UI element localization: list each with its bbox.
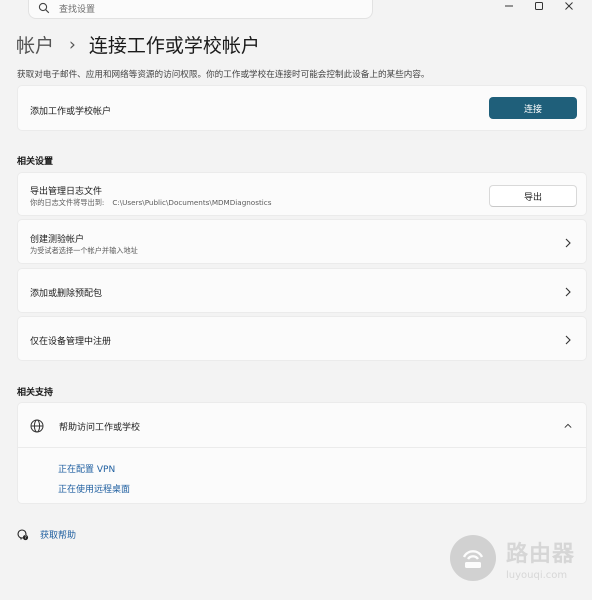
related-settings-title: 相关设置 — [17, 157, 54, 167]
minimize-icon[interactable] — [494, 0, 524, 12]
get-help-label: 获取帮助 — [40, 531, 77, 541]
provisioning-package-label: 添加或删除预配包 — [30, 289, 103, 299]
export-logs-label: 导出管理日志文件 — [30, 187, 103, 197]
chevron-right-icon — [564, 335, 572, 345]
search-placeholder: 查找设置 — [59, 4, 96, 15]
export-logs-path: 你的日志文件将导出到: C:\Users\Public\Documents\MDM… — [30, 198, 271, 208]
search-box[interactable]: 查找设置 — [28, 0, 373, 19]
close-icon[interactable] — [554, 0, 584, 12]
maximize-icon[interactable] — [524, 0, 554, 12]
device-management-enroll-label: 仅在设备管理中注册 — [30, 337, 112, 347]
watermark-en: luyouqi.com — [506, 569, 568, 581]
provisioning-package-card[interactable]: 添加或删除预配包 — [17, 268, 587, 313]
window-controls — [494, 0, 584, 12]
page-description: 获取对电子邮件、应用和网络等资源的访问权限。你的工作或学校在连接时可能会控制此设… — [17, 70, 430, 80]
device-management-enroll-card[interactable]: 仅在设备管理中注册 — [17, 316, 587, 361]
watermark: 路由器 luyouqi.com — [450, 535, 575, 581]
help-access-header[interactable]: 帮助访问工作或学校 — [18, 403, 586, 448]
related-support-title: 相关支持 — [17, 388, 54, 398]
create-test-account-sub: 为受试者选择一个帐户并输入地址 — [30, 246, 138, 255]
get-help-link[interactable]: ? 获取帮助 — [17, 528, 76, 541]
help-chat-icon: ? — [17, 528, 29, 541]
export-logs-card: 导出管理日志文件 你的日志文件将导出到: C:\Users\Public\Docu… — [17, 172, 587, 216]
settings-page: 查找设置 帐户 › 连接工作或学校帐户 获取对电子邮件、应用和网络等资源的访问权… — [0, 0, 592, 600]
search-icon — [38, 2, 50, 14]
svg-text:?: ? — [24, 534, 26, 539]
remote-desktop-help-link[interactable]: 正在使用远程桌面 — [58, 482, 130, 495]
help-access-label: 帮助访问工作或学校 — [59, 423, 141, 433]
connect-button[interactable]: 连接 — [489, 97, 577, 119]
breadcrumb-accounts[interactable]: 帐户 — [16, 31, 54, 58]
breadcrumb-separator: › — [69, 34, 76, 55]
export-button[interactable]: 导出 — [489, 185, 577, 207]
page-title: 连接工作或学校帐户 — [88, 35, 260, 57]
watermark-cn: 路由器 — [506, 541, 576, 567]
help-access-card: 帮助访问工作或学校 正在配置 VPN 正在使用远程桌面 — [17, 402, 587, 504]
breadcrumb: 帐户 › 连接工作或学校帐户 — [16, 31, 260, 58]
chevron-right-icon — [564, 287, 572, 297]
create-test-account-card[interactable]: 创建测验帐户 为受试者选择一个帐户并输入地址 — [17, 219, 587, 264]
chevron-up-icon — [564, 421, 572, 431]
globe-icon — [30, 418, 44, 433]
chevron-right-icon — [564, 238, 572, 248]
add-account-card: 添加工作或学校帐户 连接 — [17, 85, 587, 131]
vpn-help-link[interactable]: 正在配置 VPN — [58, 462, 115, 475]
router-logo-icon — [450, 535, 496, 581]
export-logs-path-value: C:\Users\Public\Documents\MDMDiagnostics — [112, 198, 272, 207]
add-account-label: 添加工作或学校帐户 — [30, 107, 112, 117]
export-logs-sub-prefix: 你的日志文件将导出到: — [30, 198, 105, 207]
create-test-account-label: 创建测验帐户 — [30, 235, 85, 245]
